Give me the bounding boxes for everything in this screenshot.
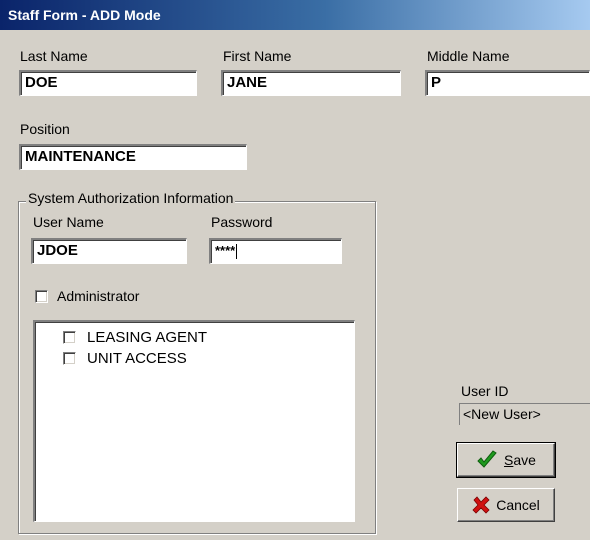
- administrator-checkbox[interactable]: [35, 290, 48, 303]
- leasing-agent-checkbox[interactable]: [63, 331, 76, 344]
- save-button[interactable]: Save: [456, 442, 556, 478]
- user-name-label: User Name: [33, 214, 104, 230]
- middle-name-field[interactable]: P: [425, 70, 590, 96]
- password-label: Password: [211, 214, 273, 230]
- list-item-label: LEASING AGENT: [87, 329, 208, 346]
- first-name-field[interactable]: JANE: [221, 70, 401, 96]
- system-authorization-title: System Authorization Information: [26, 190, 236, 206]
- green-checkmark-icon: [476, 450, 498, 470]
- window-title: Staff Form - ADD Mode: [8, 7, 161, 23]
- list-item-label: UNIT ACCESS: [87, 350, 187, 367]
- user-id-field: <New User>: [459, 403, 590, 425]
- password-value: ****: [215, 243, 236, 258]
- red-x-icon: [472, 496, 490, 514]
- first-name-label: First Name: [223, 48, 292, 64]
- administrator-label: Administrator: [57, 288, 140, 304]
- user-id-label: User ID: [461, 383, 509, 399]
- last-name-label: Last Name: [20, 48, 88, 64]
- user-name-field[interactable]: JDOE: [31, 238, 187, 264]
- cancel-label: Cancel: [496, 497, 540, 513]
- cancel-button[interactable]: Cancel: [457, 488, 555, 522]
- save-label: Save: [504, 452, 536, 468]
- window-title-bar: Staff Form - ADD Mode: [0, 0, 590, 30]
- roles-listbox[interactable]: LEASING AGENT UNIT ACCESS: [33, 320, 355, 522]
- middle-name-label: Middle Name: [427, 48, 510, 64]
- position-field[interactable]: MAINTENANCE: [19, 144, 247, 170]
- text-cursor: [236, 244, 238, 260]
- position-label: Position: [20, 121, 70, 137]
- last-name-field[interactable]: DOE: [19, 70, 197, 96]
- password-field[interactable]: ****: [209, 238, 342, 264]
- unit-access-checkbox[interactable]: [63, 352, 76, 365]
